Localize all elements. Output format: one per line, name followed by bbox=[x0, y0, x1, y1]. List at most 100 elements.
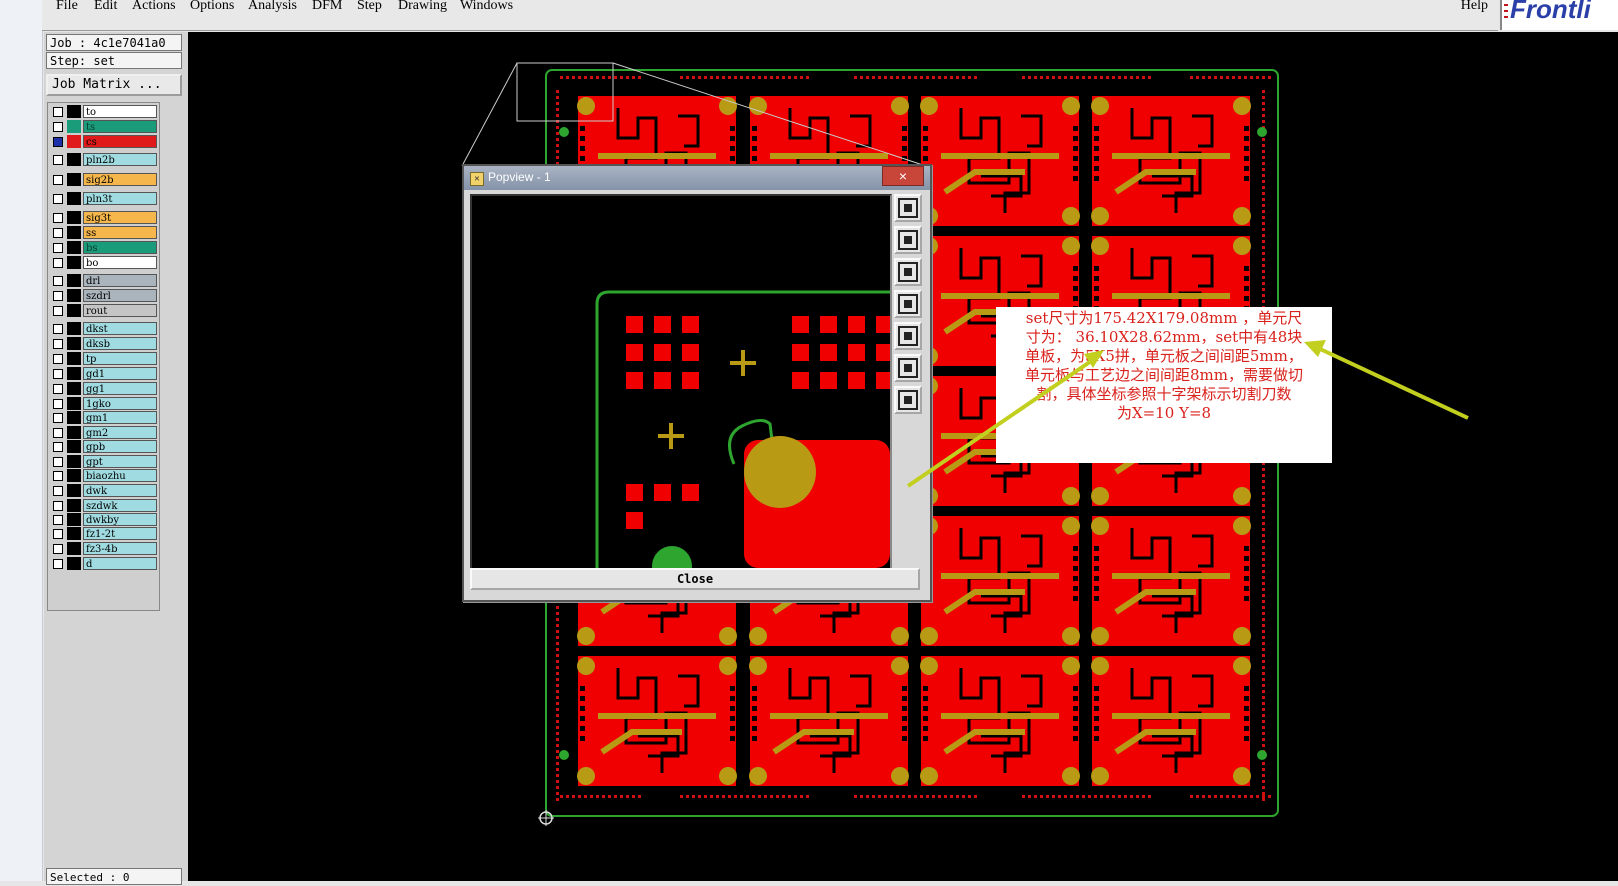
layer-name[interactable]: ss bbox=[83, 226, 157, 239]
layer-checkbox[interactable] bbox=[53, 107, 63, 117]
menu-help[interactable]: Help bbox=[1461, 0, 1488, 14]
layer-name[interactable]: rout bbox=[83, 304, 157, 317]
layer-row-d[interactable]: d bbox=[50, 557, 157, 570]
layer-row-tp[interactable]: tp bbox=[50, 352, 157, 365]
layer-row-1gko[interactable]: 1gko bbox=[50, 397, 157, 410]
layer-row-szdwk[interactable]: szdwk bbox=[50, 499, 157, 512]
layer-checkbox[interactable] bbox=[53, 457, 63, 467]
layer-checkbox[interactable] bbox=[53, 515, 63, 525]
layer-color-swatch[interactable] bbox=[67, 135, 81, 148]
menu-windows[interactable]: Windows bbox=[460, 0, 513, 14]
layer-color-swatch[interactable] bbox=[67, 367, 81, 380]
layer-name[interactable]: gm1 bbox=[83, 411, 157, 424]
layer-color-swatch[interactable] bbox=[67, 153, 81, 166]
layer-color-swatch[interactable] bbox=[67, 411, 81, 424]
layer-row-bo[interactable]: bo bbox=[50, 256, 157, 269]
layer-checkbox[interactable] bbox=[53, 399, 63, 409]
layer-checkbox[interactable] bbox=[53, 228, 63, 238]
layer-name[interactable]: gg1 bbox=[83, 382, 157, 395]
layer-row-drl[interactable]: drl bbox=[50, 274, 157, 287]
layer-color-swatch[interactable] bbox=[67, 426, 81, 439]
layer-name[interactable]: fz1-2t bbox=[83, 527, 157, 540]
layer-checkbox[interactable] bbox=[53, 529, 63, 539]
layer-row-gm1[interactable]: gm1 bbox=[50, 411, 157, 424]
job-matrix-button[interactable]: Job Matrix ... bbox=[46, 74, 182, 96]
popview-canvas[interactable] bbox=[470, 194, 892, 570]
layer-name[interactable]: gpb bbox=[83, 440, 157, 453]
layer-color-swatch[interactable] bbox=[67, 192, 81, 205]
close-icon[interactable]: × bbox=[882, 166, 924, 186]
layer-row-biaozhu[interactable]: biaozhu bbox=[50, 469, 157, 482]
layer-name[interactable]: 1gko bbox=[83, 397, 157, 410]
layer-name[interactable]: dwk bbox=[83, 484, 157, 497]
layer-color-swatch[interactable] bbox=[67, 499, 81, 512]
layer-checkbox[interactable] bbox=[53, 137, 63, 147]
layer-name[interactable]: gd1 bbox=[83, 367, 157, 380]
layer-color-swatch[interactable] bbox=[67, 542, 81, 555]
layer-name[interactable]: bs bbox=[83, 241, 157, 254]
layer-name[interactable]: to bbox=[83, 105, 157, 118]
pan-right-icon[interactable] bbox=[894, 322, 922, 350]
zoom-home-icon[interactable] bbox=[894, 386, 922, 414]
layer-color-swatch[interactable] bbox=[67, 455, 81, 468]
layer-color-swatch[interactable] bbox=[67, 527, 81, 540]
layer-checkbox[interactable] bbox=[53, 501, 63, 511]
layer-name[interactable]: gpt bbox=[83, 455, 157, 468]
zoom-window-icon[interactable] bbox=[894, 194, 922, 222]
layer-row-szdrl[interactable]: szdrl bbox=[50, 289, 157, 302]
layer-checkbox[interactable] bbox=[53, 486, 63, 496]
layer-color-swatch[interactable] bbox=[67, 226, 81, 239]
layer-name[interactable]: szdwk bbox=[83, 499, 157, 512]
layer-checkbox[interactable] bbox=[53, 413, 63, 423]
layer-checkbox[interactable] bbox=[53, 339, 63, 349]
menu-actions[interactable]: Actions bbox=[132, 0, 176, 14]
layer-color-swatch[interactable] bbox=[67, 304, 81, 317]
pan-down-icon[interactable] bbox=[894, 258, 922, 286]
layer-checkbox[interactable] bbox=[53, 559, 63, 569]
layer-name[interactable]: bo bbox=[83, 256, 157, 269]
layer-color-swatch[interactable] bbox=[67, 256, 81, 269]
layer-row-ss[interactable]: ss bbox=[50, 226, 157, 239]
layer-name[interactable]: dwkby bbox=[83, 513, 157, 526]
layer-color-swatch[interactable] bbox=[67, 513, 81, 526]
popview-close-button[interactable]: Close bbox=[470, 568, 920, 590]
layer-name[interactable]: fz3-4b bbox=[83, 542, 157, 555]
layer-checkbox[interactable] bbox=[53, 384, 63, 394]
layer-row-gg1[interactable]: gg1 bbox=[50, 382, 157, 395]
layer-name[interactable]: gm2 bbox=[83, 426, 157, 439]
layer-checkbox[interactable] bbox=[53, 428, 63, 438]
popview-title-bar[interactable]: ✕ Popview - 1 × bbox=[464, 166, 930, 190]
layer-name[interactable]: pln2b bbox=[83, 153, 157, 166]
layer-checkbox[interactable] bbox=[53, 354, 63, 364]
layer-checkbox[interactable] bbox=[53, 369, 63, 379]
layer-checkbox[interactable] bbox=[53, 291, 63, 301]
layer-color-swatch[interactable] bbox=[67, 557, 81, 570]
layer-name[interactable]: dksb bbox=[83, 337, 157, 350]
layer-name[interactable]: biaozhu bbox=[83, 469, 157, 482]
pan-left-icon[interactable] bbox=[894, 290, 922, 318]
layer-color-swatch[interactable] bbox=[67, 211, 81, 224]
pan-up-icon[interactable] bbox=[894, 226, 922, 254]
layer-color-swatch[interactable] bbox=[67, 440, 81, 453]
layer-row-to[interactable]: to bbox=[50, 105, 157, 118]
layer-name[interactable]: szdrl bbox=[83, 289, 157, 302]
layer-row-sig3t[interactable]: sig3t bbox=[50, 211, 157, 224]
layer-row-ts[interactable]: ts bbox=[50, 120, 157, 133]
layer-name[interactable]: tp bbox=[83, 352, 157, 365]
layer-row-sig2b[interactable]: sig2b bbox=[50, 173, 157, 186]
menu-edit[interactable]: Edit bbox=[94, 0, 117, 14]
layer-row-rout[interactable]: rout bbox=[50, 304, 157, 317]
layer-row-gd1[interactable]: gd1 bbox=[50, 367, 157, 380]
layer-row-dwkby[interactable]: dwkby bbox=[50, 513, 157, 526]
layer-row-dksb[interactable]: dksb bbox=[50, 337, 157, 350]
layer-name[interactable]: drl bbox=[83, 274, 157, 287]
layer-row-pln2b[interactable]: pln2b bbox=[50, 153, 157, 166]
layer-color-swatch[interactable] bbox=[67, 120, 81, 133]
layer-color-swatch[interactable] bbox=[67, 105, 81, 118]
menu-options[interactable]: Options bbox=[190, 0, 234, 14]
layer-row-gpt[interactable]: gpt bbox=[50, 455, 157, 468]
layer-checkbox[interactable] bbox=[53, 243, 63, 253]
layer-checkbox[interactable] bbox=[53, 324, 63, 334]
layer-row-pln3t[interactable]: pln3t bbox=[50, 192, 157, 205]
zoom-fit-icon[interactable] bbox=[894, 354, 922, 382]
